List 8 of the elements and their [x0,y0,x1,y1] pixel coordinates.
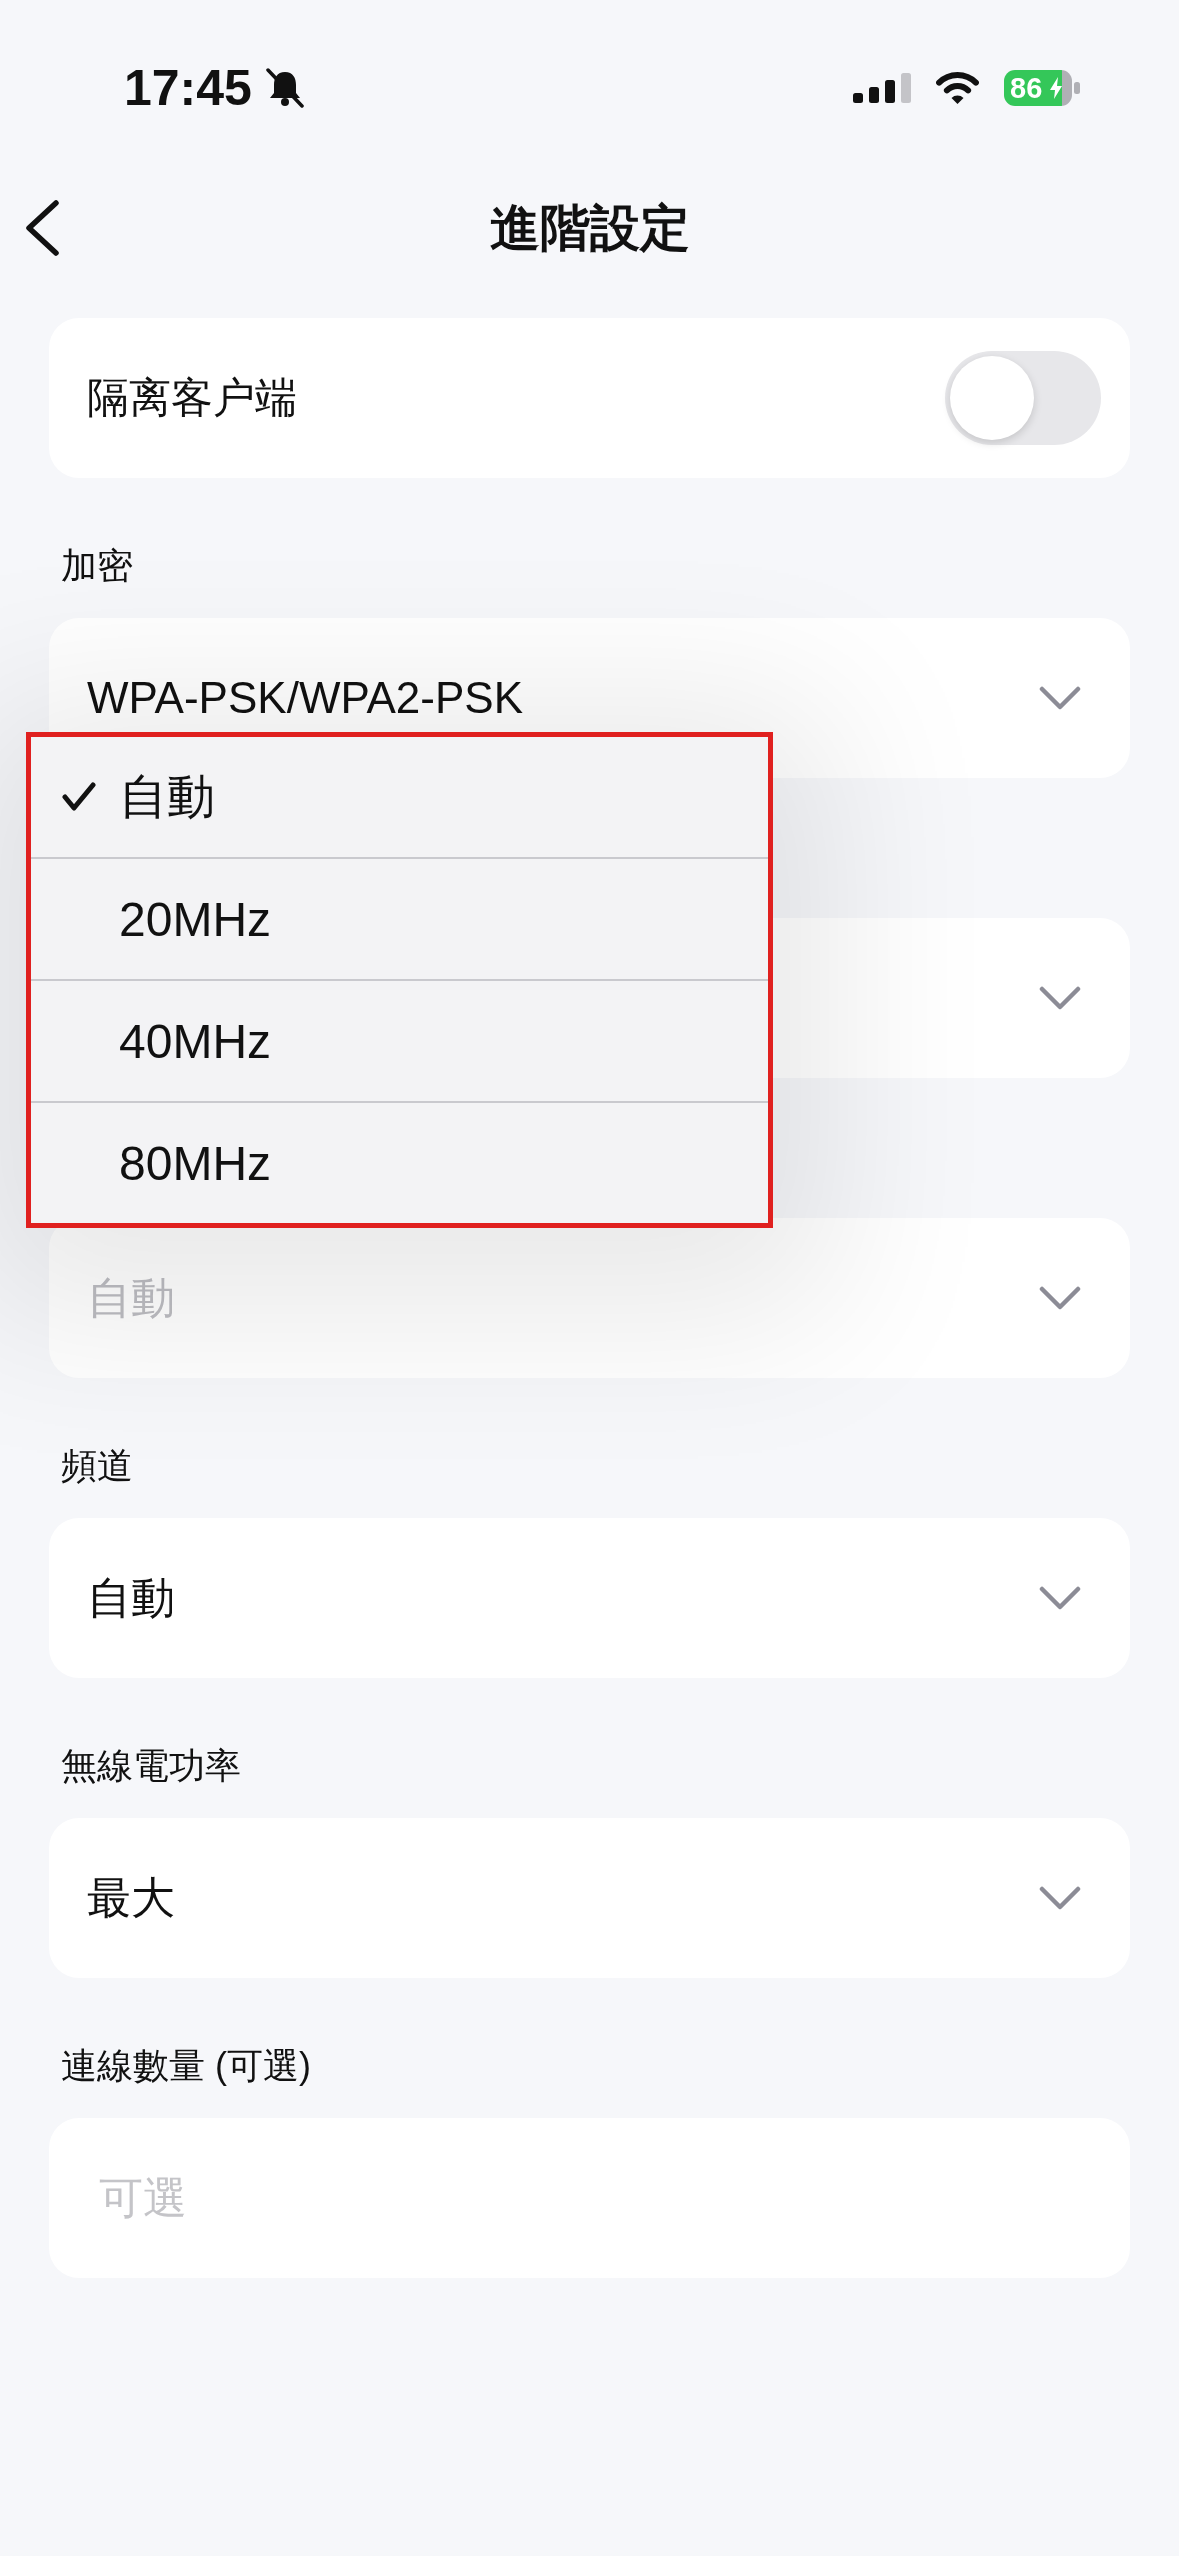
section-label: 連線數量 (可選) [61,2045,311,2086]
section-label: 頻道 [61,1445,133,1486]
section-label: 加密 [61,545,133,586]
section-label: 無線電功率 [61,1745,241,1786]
page-title: 進階設定 [489,199,690,258]
setting-label: 隔离客户端 [87,373,297,423]
status-time: 17:45 [124,63,252,113]
battery-percentage: 86 [1010,72,1043,104]
